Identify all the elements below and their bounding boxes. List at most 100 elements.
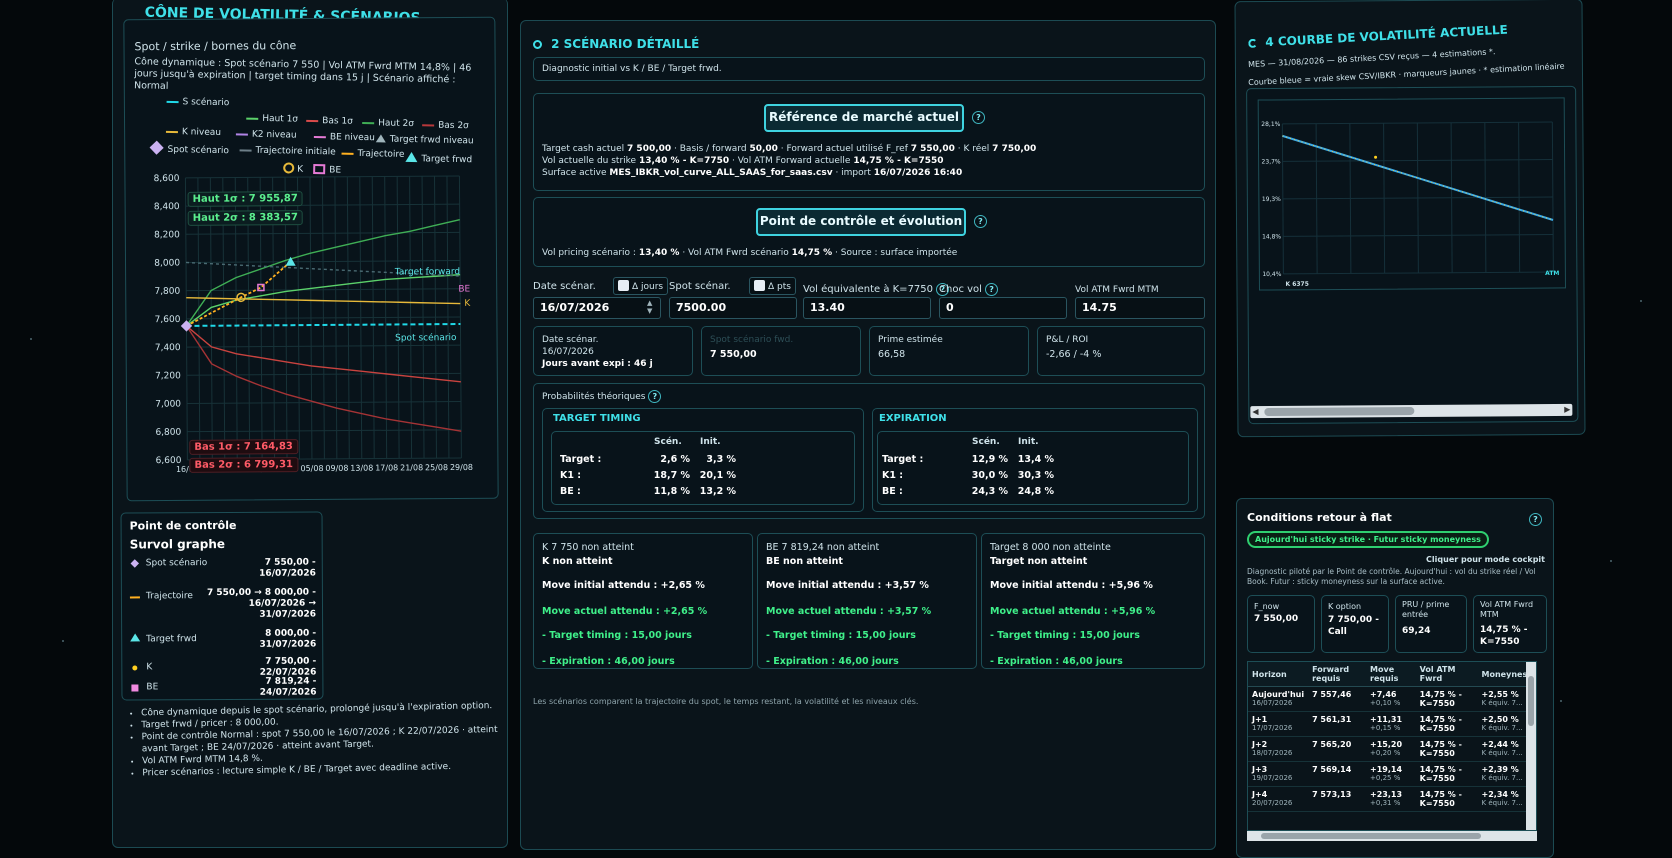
status-sub: BE non atteint	[766, 556, 843, 567]
legend-be-niveau[interactable]: BE niveau	[313, 132, 375, 143]
status-move-now: Move actuel attendu : +5,96 %	[990, 606, 1156, 617]
scenario-panel: 2 SCÉNARIO DÉTAILLÉ Diagnostic initial v…	[520, 20, 1216, 850]
cp-row-spot[interactable]: Spot scénario 7 550,00 - 16/07/2026	[130, 558, 316, 585]
scroll-thumb[interactable]	[1264, 406, 1415, 417]
legend-s-scenario[interactable]: S scénario	[166, 97, 229, 108]
delta-jours-toggle[interactable]: Δ jours	[613, 277, 669, 295]
status-expi: - Expiration : 46,00 jours	[990, 656, 1123, 667]
expiration-table: Scén. Init. Target : 12,9 % 13,4 % K1 : …	[877, 431, 1189, 505]
help-icon[interactable]: ?	[648, 390, 662, 403]
legend-bas-1[interactable]: Bas 1σ	[306, 116, 353, 127]
ref-line-2: Vol actuelle du strike 13,40 % - K=7750 …	[542, 156, 944, 166]
scroll-left-icon[interactable]: ◀	[1252, 407, 1258, 416]
x-tick-label: 05/08	[300, 464, 323, 473]
legend-trajectoire-initiale[interactable]: Trajectoire initiale	[239, 145, 336, 157]
status-move-now: Move actuel attendu : +3,57 %	[766, 606, 932, 617]
legend-spot-scenario[interactable]: Spot scénario	[149, 140, 229, 156]
col-forward[interactable]: Forward requis	[1308, 662, 1367, 687]
vol-equiv-input[interactable]: 13.40	[803, 297, 931, 319]
label-be: BE	[458, 285, 470, 295]
control-evol-button[interactable]: Point de contrôle et évolution	[756, 208, 966, 236]
table-row[interactable]: J+3 19/07/2026 7 569,14 +19,14 +0,25 % 14,…	[1248, 761, 1536, 787]
cockpit-link[interactable]: Cliquer pour mode cockpit	[1426, 555, 1545, 564]
table-row[interactable]: J+4 20/07/2026 7 573,13 +23,13 +0,31 % 14,…	[1248, 786, 1536, 812]
y-tick-label: 14,8%	[1262, 233, 1281, 240]
legend-k-niveau[interactable]: K niveau	[165, 127, 221, 138]
table-hscroll[interactable]	[1247, 831, 1537, 841]
status-timing: - Target timing : 15,00 jours	[990, 630, 1140, 641]
legend-target-niveau[interactable]: Target frwd niveau	[375, 134, 474, 146]
x-tick-label: K 6375	[1285, 281, 1308, 288]
flat-badge[interactable]: Aujourd'hui sticky strike · Futur sticky…	[1247, 531, 1489, 548]
status-card-k: K 7 750 non atteint K non atteint Move i…	[533, 533, 753, 669]
cone-chart[interactable]: 8,600 8,400 8,200 8,000 7,800 7,600 7,400 7,200…	[129, 168, 491, 491]
cone-subtitle: Spot / strike / bornes du cône	[134, 39, 297, 54]
horizon-table-wrap[interactable]: Horizon Forward requis Move requis Vol A…	[1247, 661, 1537, 831]
y-tick-label: 7,000	[155, 400, 181, 410]
card-prime: Prime estimée 66,58	[869, 326, 1029, 376]
col-horizon[interactable]: Horizon	[1248, 662, 1309, 687]
market-ref-button[interactable]: Référence de marché actuel	[764, 104, 964, 132]
status-timing: - Target timing : 15,00 jours	[766, 630, 916, 641]
y-tick-label: 7,400	[155, 343, 181, 353]
cp-row-spot-value: 7 550,00 - 16/07/2026	[259, 557, 316, 579]
scroll-right-icon[interactable]: ▶	[1564, 405, 1570, 414]
cp-row-trajectoire[interactable]: Trajectoire 7 550,00 → 8 000,00 - 16/07/…	[129, 588, 316, 629]
help-icon[interactable]: ?	[1529, 513, 1542, 526]
timing-box: TARGET TIMING Scén. Init. Target : 2,6 %…	[542, 408, 864, 512]
help-icon[interactable]: ?	[974, 215, 987, 228]
cp-row-be[interactable]: BE 7 819,24 - 24/07/2026	[130, 676, 317, 702]
atm-vol-input[interactable]: 14.75	[1075, 297, 1205, 319]
control-point-title: Point de contrôle	[129, 518, 237, 533]
table-row[interactable]: J+2 18/07/2026 7 565,20 +15,20 +0,20 % 14,…	[1248, 736, 1536, 762]
market-ref-box: Référence de marché actuel ? Target cash…	[533, 93, 1205, 191]
choc-vol-input[interactable]: 0	[939, 297, 1067, 319]
timing-row: BE :	[560, 486, 581, 497]
grid-line	[1551, 122, 1554, 273]
table-vscroll[interactable]	[1526, 662, 1536, 830]
vol-curve-chart[interactable]: 28,1% 23,7% 19,3% 14,8% 10,4% K 6375 ATM	[1252, 92, 1574, 314]
scenario-title: 2 SCÉNARIO DÉTAILLÉ	[533, 33, 699, 52]
flat-card-value: 7 550,00	[1254, 614, 1299, 624]
timing-title: TARGET TIMING	[553, 413, 641, 424]
card-pnl: P&L / ROI -2,66 / -4 %	[1037, 326, 1205, 376]
hscroll-thumb[interactable]	[1261, 833, 1481, 839]
delta-pts-checkbox[interactable]	[754, 280, 765, 291]
tag-bas2: Bas 2σ : 6 799,31	[189, 457, 299, 473]
y-tick-label: 28,1%	[1261, 121, 1280, 128]
spot-scenar-input[interactable]: 7500.00	[669, 297, 797, 319]
exp-val: 24,8 %	[1017, 486, 1054, 497]
vol-scrollbar[interactable]: ◀ ▶	[1250, 403, 1573, 419]
col-move[interactable]: Move requis	[1366, 662, 1416, 687]
col-vol[interactable]: Vol ATM Fwrd	[1415, 662, 1478, 687]
timing-val: 3,3 %	[706, 454, 736, 465]
legend-haut-1b[interactable]: Haut 1σ	[246, 114, 298, 125]
legend-bas-2[interactable]: Bas 2σ	[422, 120, 469, 131]
help-icon[interactable]: ?	[972, 111, 985, 124]
legend-k2-niveau[interactable]: K2 niveau	[235, 129, 297, 141]
flat-card-title: Vol ATM Fwrd MTM	[1480, 600, 1534, 619]
date-scenar-input[interactable]: 16/07/2026	[533, 297, 661, 319]
delta-pts-toggle[interactable]: Δ pts	[749, 277, 796, 295]
cp-row-be-value: 7 819,24 - 24/07/2026	[259, 676, 317, 698]
refresh-icon[interactable]	[1248, 38, 1258, 49]
flat-card-pru: PRU / prime entrée 69,24	[1395, 595, 1467, 653]
flat-card-value: 14,75 % - K=7550	[1480, 625, 1528, 647]
legend-haut-2[interactable]: Haut 2σ	[362, 118, 414, 129]
cp-row-target[interactable]: Target frwd 8 000,00 - 31/07/2026	[130, 629, 316, 658]
table-row[interactable]: J+1 17/07/2026 7 561,31 +11,31 +0,15 % 14,…	[1248, 711, 1536, 737]
x-tick-label: 21/08	[400, 463, 423, 472]
date-spinner-icon[interactable]: ▲ ▼	[647, 299, 652, 315]
delta-jours-checkbox[interactable]	[618, 280, 629, 291]
flat-card-title: K option	[1328, 602, 1362, 611]
tag-bas1: Bas 1σ : 7 164,83	[189, 439, 298, 455]
legend-trajectoire[interactable]: Trajectoire	[341, 149, 405, 160]
status-card-be: BE 7 819,24 non atteint BE non atteint M…	[757, 533, 977, 669]
vscroll-thumb[interactable]	[1528, 676, 1534, 726]
control-point-subtitle: Survol graphe	[129, 536, 226, 552]
status-move-now: Move actuel attendu : +2,65 %	[542, 606, 708, 617]
prob-title: Probabilités théoriques ?	[542, 390, 662, 403]
table-row[interactable]: Aujourd'hui 16/07/2026 7 557,46 +7,46 +0,1…	[1248, 686, 1536, 712]
legend-target-frwd[interactable]: Target frwd	[405, 151, 472, 165]
help-icon[interactable]: ?	[985, 283, 999, 296]
